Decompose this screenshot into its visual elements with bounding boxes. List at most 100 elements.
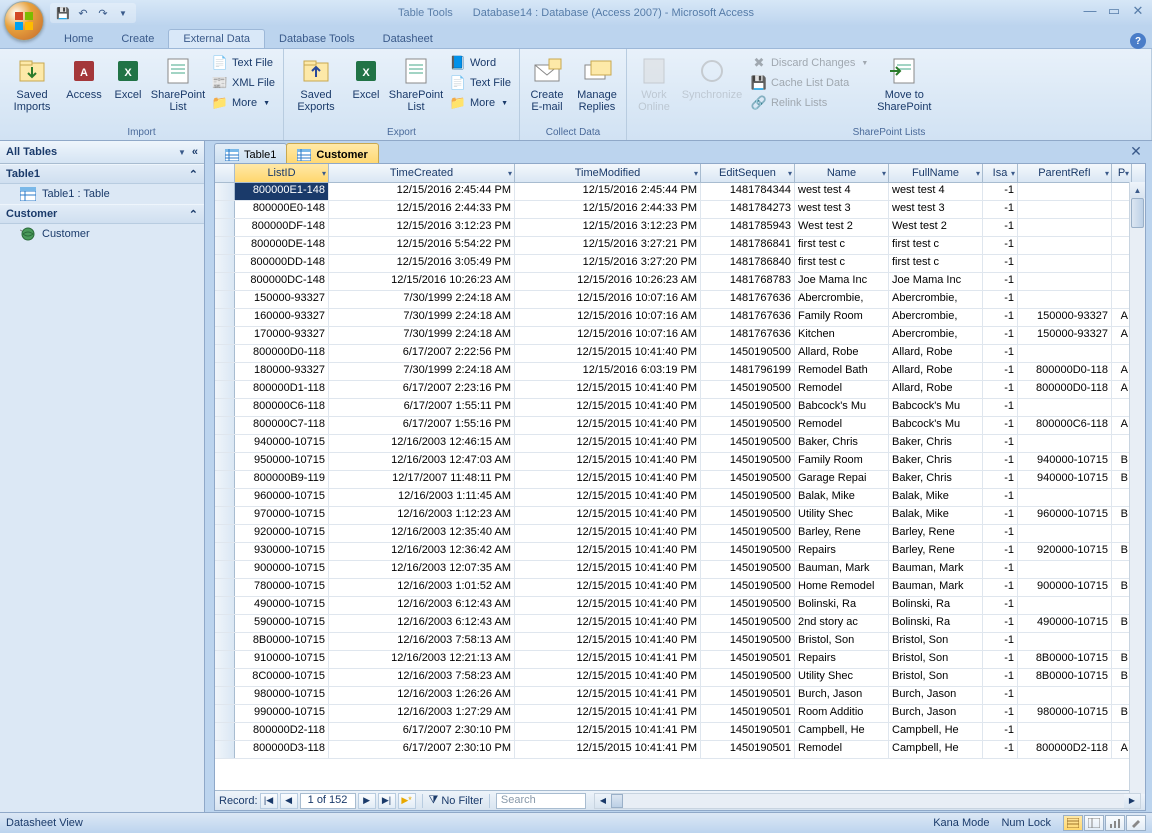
cell[interactable]: 7/30/1999 2:24:18 AM xyxy=(329,363,515,380)
cell[interactable]: 1481767636 xyxy=(701,291,795,308)
import-text-button[interactable]: 📄Text File xyxy=(208,53,279,73)
table-row[interactable]: 490000-1071512/16/2003 6:12:43 AM12/15/2… xyxy=(215,597,1145,615)
cell[interactable]: 12/16/2003 7:58:23 AM xyxy=(329,669,515,686)
cell[interactable]: 6/17/2007 2:30:10 PM xyxy=(329,741,515,758)
column-header-name[interactable]: Name▾ xyxy=(795,164,889,182)
cell[interactable]: west test 4 xyxy=(889,183,983,200)
row-selector[interactable] xyxy=(215,579,235,596)
import-xml-button[interactable]: 📰XML File xyxy=(208,73,279,93)
cell[interactable]: 930000-10715 xyxy=(235,543,329,560)
ribbon-tab-database-tools[interactable]: Database Tools xyxy=(265,30,369,48)
qat-dropdown-icon[interactable]: ▼ xyxy=(114,4,132,22)
cell[interactable]: Bristol, Son xyxy=(889,651,983,668)
discard-changes-button[interactable]: ✖Discard Changes▼ xyxy=(747,53,872,73)
cell[interactable]: -1 xyxy=(983,471,1018,488)
ribbon-tab-external-data[interactable]: External Data xyxy=(168,29,265,48)
cell[interactable]: 12/15/2016 2:44:33 PM xyxy=(515,201,701,218)
table-row[interactable]: 8C0000-1071512/16/2003 7:58:23 AM12/15/2… xyxy=(215,669,1145,687)
cell[interactable]: 12/15/2016 10:26:23 AM xyxy=(329,273,515,290)
cell[interactable]: 12/15/2015 10:41:41 PM xyxy=(515,651,701,668)
cell[interactable]: 900000-10715 xyxy=(1018,579,1112,596)
design-view-button[interactable] xyxy=(1126,815,1146,831)
cell[interactable]: 1450190500 xyxy=(701,669,795,686)
cell[interactable]: -1 xyxy=(983,543,1018,560)
table-row[interactable]: 780000-1071512/16/2003 1:01:52 AM12/15/2… xyxy=(215,579,1145,597)
cell[interactable]: -1 xyxy=(983,399,1018,416)
cell[interactable]: 920000-10715 xyxy=(1018,543,1112,560)
cell[interactable] xyxy=(1018,273,1112,290)
table-row[interactable]: 950000-1071512/16/2003 12:47:03 AM12/15/… xyxy=(215,453,1145,471)
saved-exports-button[interactable]: Saved Exports xyxy=(288,53,344,121)
cell[interactable]: 1450190500 xyxy=(701,561,795,578)
cell[interactable]: 150000-93327 xyxy=(235,291,329,308)
cell[interactable]: 1450190500 xyxy=(701,615,795,632)
scrollbar-thumb[interactable] xyxy=(1131,198,1144,228)
cell[interactable]: 12/15/2015 10:41:40 PM xyxy=(515,579,701,596)
cell[interactable]: 1481767636 xyxy=(701,327,795,344)
cell[interactable]: -1 xyxy=(983,723,1018,740)
nav-item-table1[interactable]: Table1 : Table xyxy=(0,184,204,204)
cell[interactable]: -1 xyxy=(983,615,1018,632)
cell[interactable]: Room Additio xyxy=(795,705,889,722)
cell[interactable]: -1 xyxy=(983,579,1018,596)
cell[interactable]: 990000-10715 xyxy=(235,705,329,722)
nav-group-customer[interactable]: Customer⌃ xyxy=(0,204,204,224)
undo-icon[interactable]: ↶ xyxy=(74,4,92,22)
cell[interactable]: 6/17/2007 2:23:16 PM xyxy=(329,381,515,398)
cell[interactable]: 12/15/2015 10:41:40 PM xyxy=(515,435,701,452)
cell[interactable]: 1450190500 xyxy=(701,471,795,488)
cell[interactable]: 12/15/2016 3:27:20 PM xyxy=(515,255,701,272)
cell[interactable]: Babcock's Mu xyxy=(889,417,983,434)
cell[interactable]: 12/15/2015 10:41:40 PM xyxy=(515,669,701,686)
cell[interactable]: 800000DC-148 xyxy=(235,273,329,290)
cell[interactable]: 12/15/2016 10:07:16 AM xyxy=(515,291,701,308)
cell[interactable]: 1450190500 xyxy=(701,399,795,416)
table-row[interactable]: 800000D2-1186/17/2007 2:30:10 PM12/15/20… xyxy=(215,723,1145,741)
cell[interactable]: 150000-93327 xyxy=(1018,327,1112,344)
cell[interactable]: -1 xyxy=(983,309,1018,326)
cell[interactable]: -1 xyxy=(983,507,1018,524)
table-row[interactable]: 900000-1071512/16/2003 12:07:35 AM12/15/… xyxy=(215,561,1145,579)
cell[interactable]: -1 xyxy=(983,327,1018,344)
redo-icon[interactable]: ↷ xyxy=(94,4,112,22)
scroll-left-icon[interactable]: ◀ xyxy=(595,794,611,808)
cell[interactable]: 12/16/2003 1:27:29 AM xyxy=(329,705,515,722)
export-sharepoint-button[interactable]: SharePoint List xyxy=(388,53,444,121)
cell[interactable]: Kitchen xyxy=(795,327,889,344)
row-selector[interactable] xyxy=(215,723,235,740)
cell[interactable]: 12/16/2003 1:11:45 AM xyxy=(329,489,515,506)
cell[interactable]: Baker, Chris xyxy=(795,435,889,452)
row-selector[interactable] xyxy=(215,705,235,722)
ribbon-tab-datasheet[interactable]: Datasheet xyxy=(369,30,447,48)
cell[interactable]: 8B0000-10715 xyxy=(235,633,329,650)
cell[interactable]: 12/15/2015 10:41:41 PM xyxy=(515,741,701,758)
cell[interactable]: Burch, Jason xyxy=(889,687,983,704)
relink-button[interactable]: 🔗Relink Lists xyxy=(747,93,872,113)
column-header-listid[interactable]: ListID▾ xyxy=(235,164,329,182)
cell[interactable] xyxy=(1018,399,1112,416)
row-selector[interactable] xyxy=(215,633,235,650)
table-row[interactable]: 8B0000-1071512/16/2003 7:58:13 AM12/15/2… xyxy=(215,633,1145,651)
cell[interactable]: 12/16/2003 12:47:03 AM xyxy=(329,453,515,470)
cell[interactable]: 12/15/2016 2:45:44 PM xyxy=(329,183,515,200)
row-selector[interactable] xyxy=(215,435,235,452)
cell[interactable]: 12/15/2015 10:41:40 PM xyxy=(515,489,701,506)
cell[interactable]: 7/30/1999 2:24:18 AM xyxy=(329,309,515,326)
cell[interactable]: 900000-10715 xyxy=(235,561,329,578)
row-selector[interactable] xyxy=(215,291,235,308)
cell[interactable]: 800000C7-118 xyxy=(235,417,329,434)
cell[interactable] xyxy=(1018,435,1112,452)
row-selector[interactable] xyxy=(215,327,235,344)
manage-replies-button[interactable]: Manage Replies xyxy=(572,53,622,121)
column-header-p[interactable]: P▾ xyxy=(1112,164,1132,182)
table-row[interactable]: 150000-933277/30/1999 2:24:18 AM12/15/20… xyxy=(215,291,1145,309)
column-header-isa[interactable]: Isa▾ xyxy=(983,164,1018,182)
cell[interactable]: west test 4 xyxy=(795,183,889,200)
cell[interactable]: -1 xyxy=(983,255,1018,272)
cell[interactable]: 8B0000-10715 xyxy=(1018,669,1112,686)
table-row[interactable]: 170000-933277/30/1999 2:24:18 AM12/15/20… xyxy=(215,327,1145,345)
row-selector[interactable] xyxy=(215,183,235,200)
nav-item-customer[interactable]: Customer xyxy=(0,224,204,244)
cell[interactable]: Campbell, He xyxy=(795,723,889,740)
table-row[interactable]: 800000D3-1186/17/2007 2:30:10 PM12/15/20… xyxy=(215,741,1145,759)
